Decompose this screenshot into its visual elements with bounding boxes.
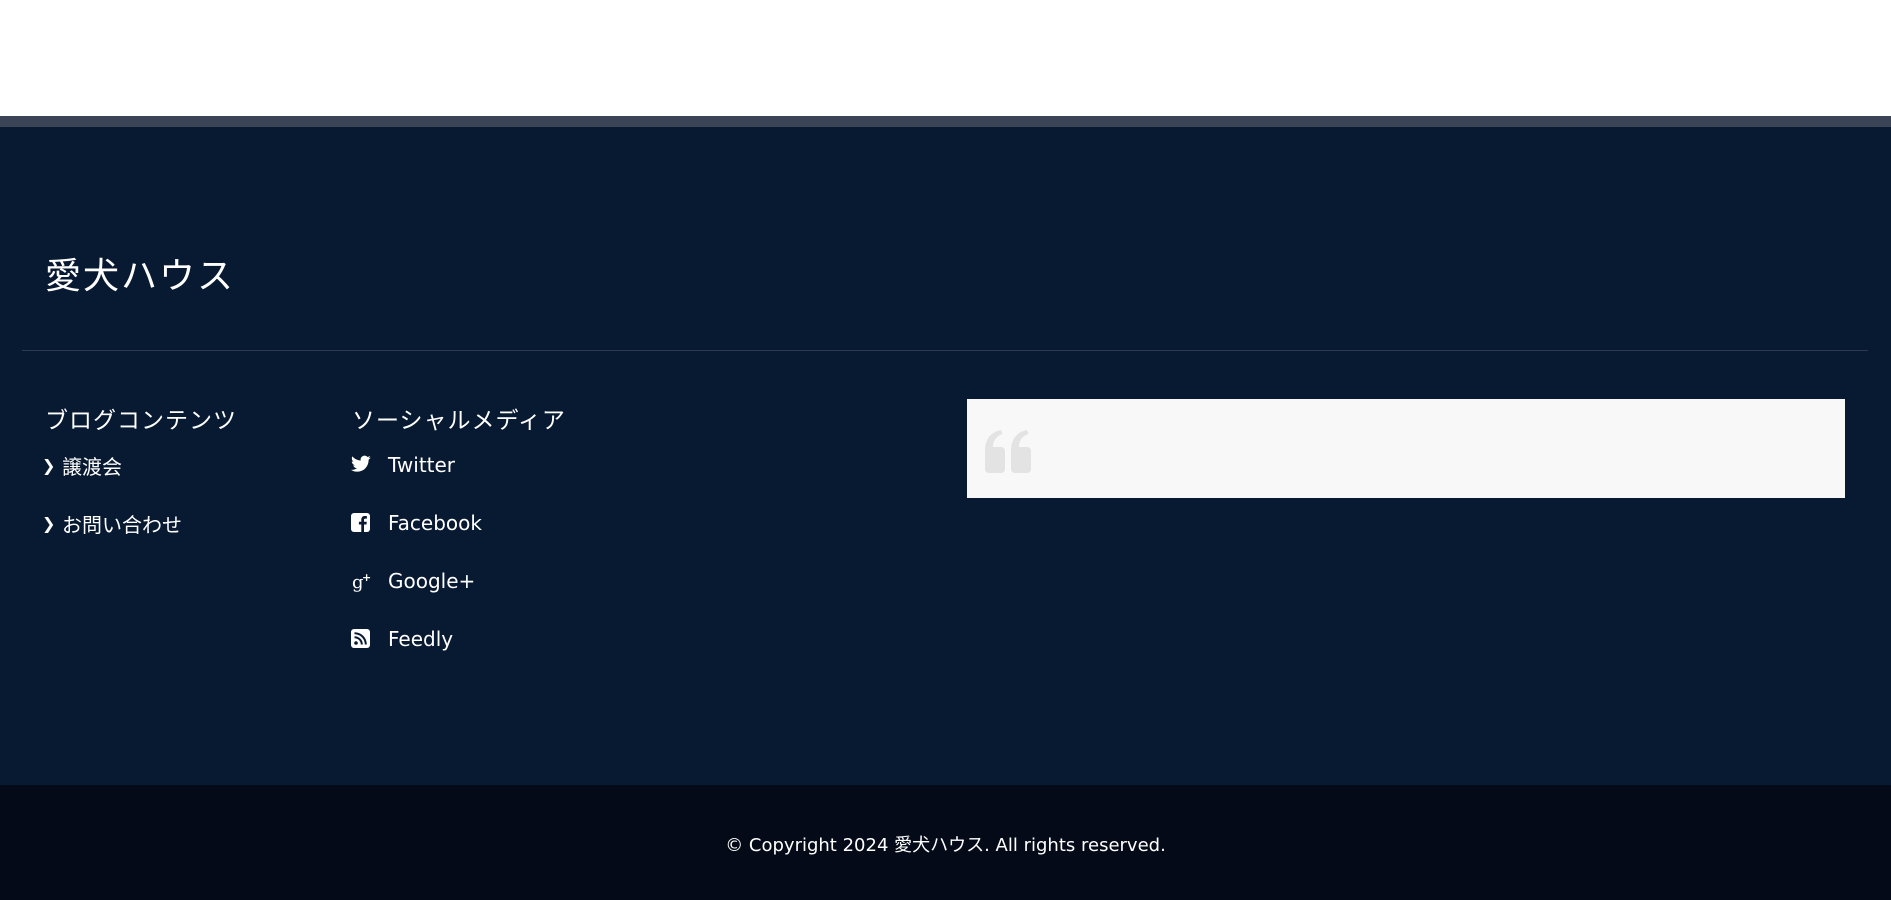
- social-item-label: Facebook: [388, 511, 482, 535]
- chevron-right-icon: ❯: [42, 513, 56, 533]
- blog-item-label: お問い合わせ: [62, 512, 182, 537]
- site-title[interactable]: 愛犬ハウス: [45, 247, 235, 299]
- facebook-icon: [351, 513, 388, 533]
- footer-top-band: [0, 116, 1891, 127]
- social-item-label: Google+: [388, 569, 476, 593]
- chevron-right-icon: ❯: [42, 455, 56, 475]
- social-item-feedly[interactable]: Feedly: [351, 610, 482, 668]
- blog-contents-list: ❯ 譲渡会 ❯ お問い合わせ: [42, 436, 182, 552]
- social-item-label: Twitter: [388, 453, 456, 477]
- blog-contents-heading: ブログコンテンツ: [45, 408, 237, 434]
- social-item-facebook[interactable]: Facebook: [351, 494, 482, 552]
- quote-icon: [981, 429, 1035, 481]
- social-media-list: Twitter Facebook g + Google+ Feedly: [351, 436, 482, 668]
- social-item-google-plus[interactable]: g + Google+: [351, 552, 482, 610]
- footer-divider: [22, 350, 1868, 351]
- social-media-heading: ソーシャルメディア: [352, 408, 566, 434]
- copyright-text: © Copyright 2024 愛犬ハウス. All rights reser…: [725, 835, 1166, 856]
- blog-item-joutokai[interactable]: ❯ 譲渡会: [42, 436, 182, 494]
- footer-bottom-bar: © Copyright 2024 愛犬ハウス. All rights reser…: [0, 785, 1891, 900]
- quote-widget: [967, 399, 1845, 498]
- footer-main: 愛犬ハウス ブログコンテンツ ❯ 譲渡会 ❯ お問い合わせ ソーシャルメディア …: [0, 127, 1891, 785]
- social-item-label: Feedly: [388, 627, 454, 651]
- google-plus-icon: g +: [351, 571, 388, 593]
- social-item-twitter[interactable]: Twitter: [351, 436, 482, 494]
- feedly-rss-icon: [351, 629, 388, 649]
- page-content-area: [0, 0, 1891, 116]
- svg-text:+: +: [362, 571, 371, 584]
- twitter-icon: [351, 455, 388, 475]
- blog-item-label: 譲渡会: [62, 454, 122, 479]
- page: 愛犬ハウス ブログコンテンツ ❯ 譲渡会 ❯ お問い合わせ ソーシャルメディア …: [0, 0, 1891, 900]
- blog-item-contact[interactable]: ❯ お問い合わせ: [42, 494, 182, 552]
